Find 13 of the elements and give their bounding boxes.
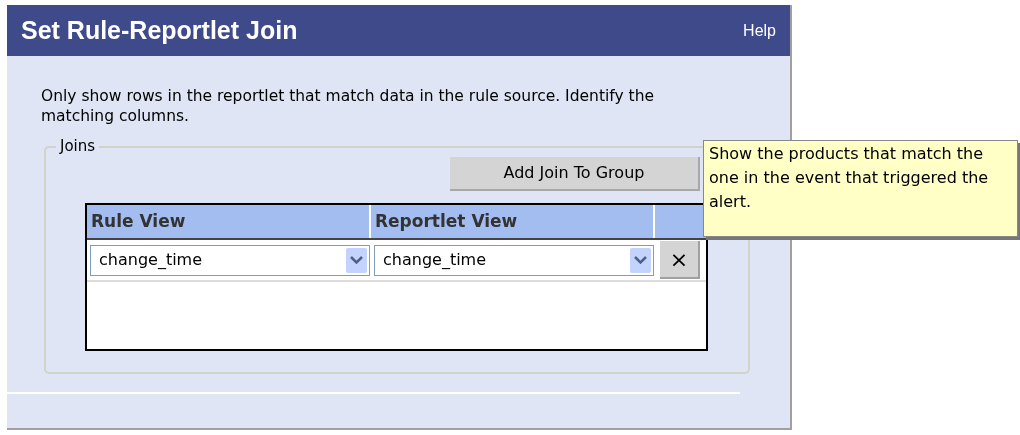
window-title: Set Rule-Reportlet Join: [21, 14, 298, 46]
help-link[interactable]: Help: [743, 18, 776, 43]
description-text: Only show rows in the reportlet that match data in the rule source. Identify the matching columns.: [41, 86, 655, 126]
column-header: Rule View: [87, 205, 371, 238]
chevron-down-icon: [346, 247, 367, 273]
column-header: Reportlet View: [371, 205, 655, 238]
group-legend: Joins: [56, 136, 100, 156]
dropdown-field[interactable]: change_time: [374, 244, 654, 276]
chevron-down-icon: [630, 247, 651, 273]
tooltip: Show the products that match the one in the event that triggered the alert.: [703, 140, 1018, 237]
add-join-button[interactable]: Add Join To Group: [450, 157, 700, 191]
dropdown-field[interactable]: change_time: [90, 244, 370, 276]
remove-button[interactable]: ×: [660, 241, 700, 279]
